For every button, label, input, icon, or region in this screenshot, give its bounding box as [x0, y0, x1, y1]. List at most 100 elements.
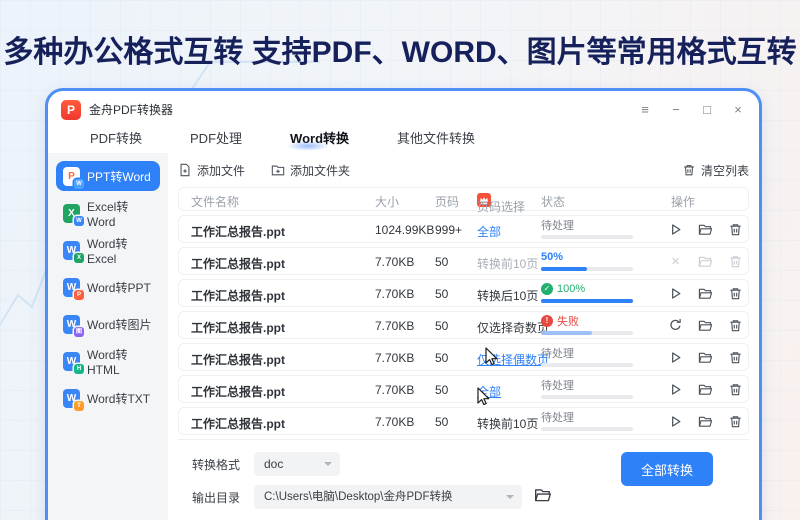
file-name: 工作汇总报告.ppt [191, 225, 285, 239]
clear-list-button[interactable]: 清空列表 [682, 162, 749, 179]
status-icon: ! [541, 314, 553, 327]
tab-label: PDF处理 [190, 130, 243, 146]
title-bar: P 金舟PDF转换器 ≡ − □ × [48, 91, 759, 121]
window-controls: ≡ − □ × [638, 102, 745, 117]
conversion-type-icon: X W [63, 203, 84, 226]
sidebar-item-label: Word转PPT [87, 280, 151, 295]
progress-bar [541, 363, 633, 367]
clear-list-label: 清空列表 [700, 163, 749, 178]
delete-file-button[interactable] [727, 221, 744, 238]
page-count: 50 [435, 383, 449, 397]
status-text: 50% [541, 250, 564, 263]
tab-label: Word转换 [290, 130, 350, 146]
status-cell: 待处理 [541, 346, 661, 367]
delete-file-button[interactable] [727, 253, 744, 270]
row-actions: × [667, 221, 744, 238]
progress-bar [541, 235, 633, 239]
file-size: 1024.99KB [375, 223, 435, 237]
menu-icon[interactable]: ≡ [638, 102, 652, 117]
maximize-button[interactable]: □ [700, 102, 714, 117]
status-text: 待处理 [541, 219, 574, 232]
sidebar-item[interactable]: P W PPT转Word [56, 161, 160, 191]
status-text: 待处理 [541, 379, 574, 392]
sidebar-item[interactable]: W X Word转Excel [56, 235, 160, 266]
add-folder-button[interactable]: 添加文件夹 [271, 162, 350, 179]
column-size: 大小 [375, 195, 400, 209]
table-row: 工作汇总报告.ppt 7.70KB 50 仅选择偶数页 待处理 × [178, 343, 749, 371]
start-convert-button[interactable] [667, 381, 684, 398]
convert-all-button[interactable]: 全部转换 [621, 452, 713, 486]
open-folder-button[interactable] [697, 381, 714, 398]
open-folder-button[interactable] [697, 253, 714, 270]
file-size: 7.70KB [375, 415, 415, 429]
start-convert-button[interactable] [667, 285, 684, 302]
progress-bar [541, 299, 633, 303]
progress-bar [541, 331, 633, 335]
start-convert-button[interactable] [667, 413, 684, 430]
status-cell: 待处理 [541, 410, 661, 431]
app-logo: P [61, 99, 81, 120]
page-select-link[interactable]: 仅选择奇数页 [477, 319, 549, 336]
start-convert-button[interactable] [667, 349, 684, 366]
file-name: 工作汇总报告.ppt [191, 321, 285, 335]
cancel-convert-button[interactable]: × [667, 253, 684, 270]
open-folder-button[interactable] [697, 349, 714, 366]
sidebar-item[interactable]: W 图 Word转图片 [56, 309, 160, 339]
footer-panel: 转换格式 doc 输出目录 C:\Users\电脑\Desktop\金舟PDF转… [178, 439, 749, 509]
page-headline: 多种办公格式互转 支持PDF、WORD、图片等常用格式互转 [3, 36, 797, 69]
page-count: 50 [435, 415, 449, 429]
delete-file-button[interactable] [727, 285, 744, 302]
close-button[interactable]: × [731, 102, 745, 117]
browse-folder-button[interactable] [534, 486, 552, 509]
column-pages: 页码 [435, 195, 460, 209]
sidebar-item[interactable]: X W Excel转Word [56, 198, 160, 229]
tab-label: 其他文件转换 [397, 130, 476, 146]
page-select-link[interactable]: 全部 [477, 383, 501, 400]
format-value: doc [264, 457, 284, 471]
file-name: 工作汇总报告.ppt [191, 353, 285, 367]
page-select-link[interactable]: 仅选择偶数页 [477, 351, 549, 368]
tab[interactable]: PDF处理 [190, 128, 242, 147]
minimize-button[interactable]: − [669, 102, 683, 117]
add-file-button[interactable]: 添加文件 [178, 162, 245, 179]
retry-convert-button[interactable] [667, 317, 684, 334]
conversion-type-icon: W T [63, 388, 84, 411]
sidebar-item[interactable]: W H Word转HTML [56, 346, 160, 377]
file-size: 7.70KB [375, 383, 415, 397]
add-folder-label: 添加文件夹 [290, 163, 351, 178]
row-actions: × [667, 381, 744, 398]
page-select-link[interactable]: 转换前10页 [477, 415, 538, 432]
table-row: 工作汇总报告.ppt 7.70KB 50 转换前10页 50% × [178, 247, 749, 275]
file-toolbar: 添加文件 添加文件夹 清空列表 [178, 153, 749, 187]
delete-file-button[interactable] [727, 381, 744, 398]
row-actions: × [667, 413, 744, 430]
status-text: 待处理 [541, 411, 574, 424]
tab[interactable]: Word转换 [287, 128, 350, 151]
table-row: 工作汇总报告.ppt 7.70KB 50 全部 待处理 × [178, 375, 749, 403]
open-folder-button[interactable] [697, 285, 714, 302]
delete-file-button[interactable] [727, 349, 744, 366]
delete-file-button[interactable] [727, 317, 744, 334]
file-name: 工作汇总报告.ppt [191, 385, 285, 399]
status-cell: 待处理 [541, 218, 661, 239]
row-actions: × [667, 285, 744, 302]
page-select-link[interactable]: 转换前10页 [477, 255, 538, 272]
open-folder-button[interactable] [697, 317, 714, 334]
trash-icon [682, 163, 696, 177]
start-convert-button[interactable] [667, 221, 684, 238]
page-select-link[interactable]: 全部 [477, 223, 501, 240]
output-dir-select[interactable]: C:\Users\电脑\Desktop\金舟PDF转换 [254, 485, 522, 509]
column-status: 状态 [541, 195, 566, 209]
open-folder-button[interactable] [697, 221, 714, 238]
tab[interactable]: 其他文件转换 [397, 128, 475, 147]
page-select-link[interactable]: 转换后10页 [477, 287, 538, 304]
open-folder-button[interactable] [697, 413, 714, 430]
status-text: 待处理 [541, 347, 574, 360]
status-cell: ✓ 100% [541, 282, 661, 303]
delete-file-button[interactable] [727, 413, 744, 430]
tab[interactable]: PDF转换 [90, 128, 142, 147]
sidebar-item[interactable]: W P Word转PPT [56, 272, 160, 302]
table-row: 工作汇总报告.ppt 7.70KB 50 转换后10页 ✓ 100% × [178, 279, 749, 307]
format-select[interactable]: doc [254, 452, 340, 476]
sidebar-item[interactable]: W T Word转TXT [56, 383, 160, 413]
